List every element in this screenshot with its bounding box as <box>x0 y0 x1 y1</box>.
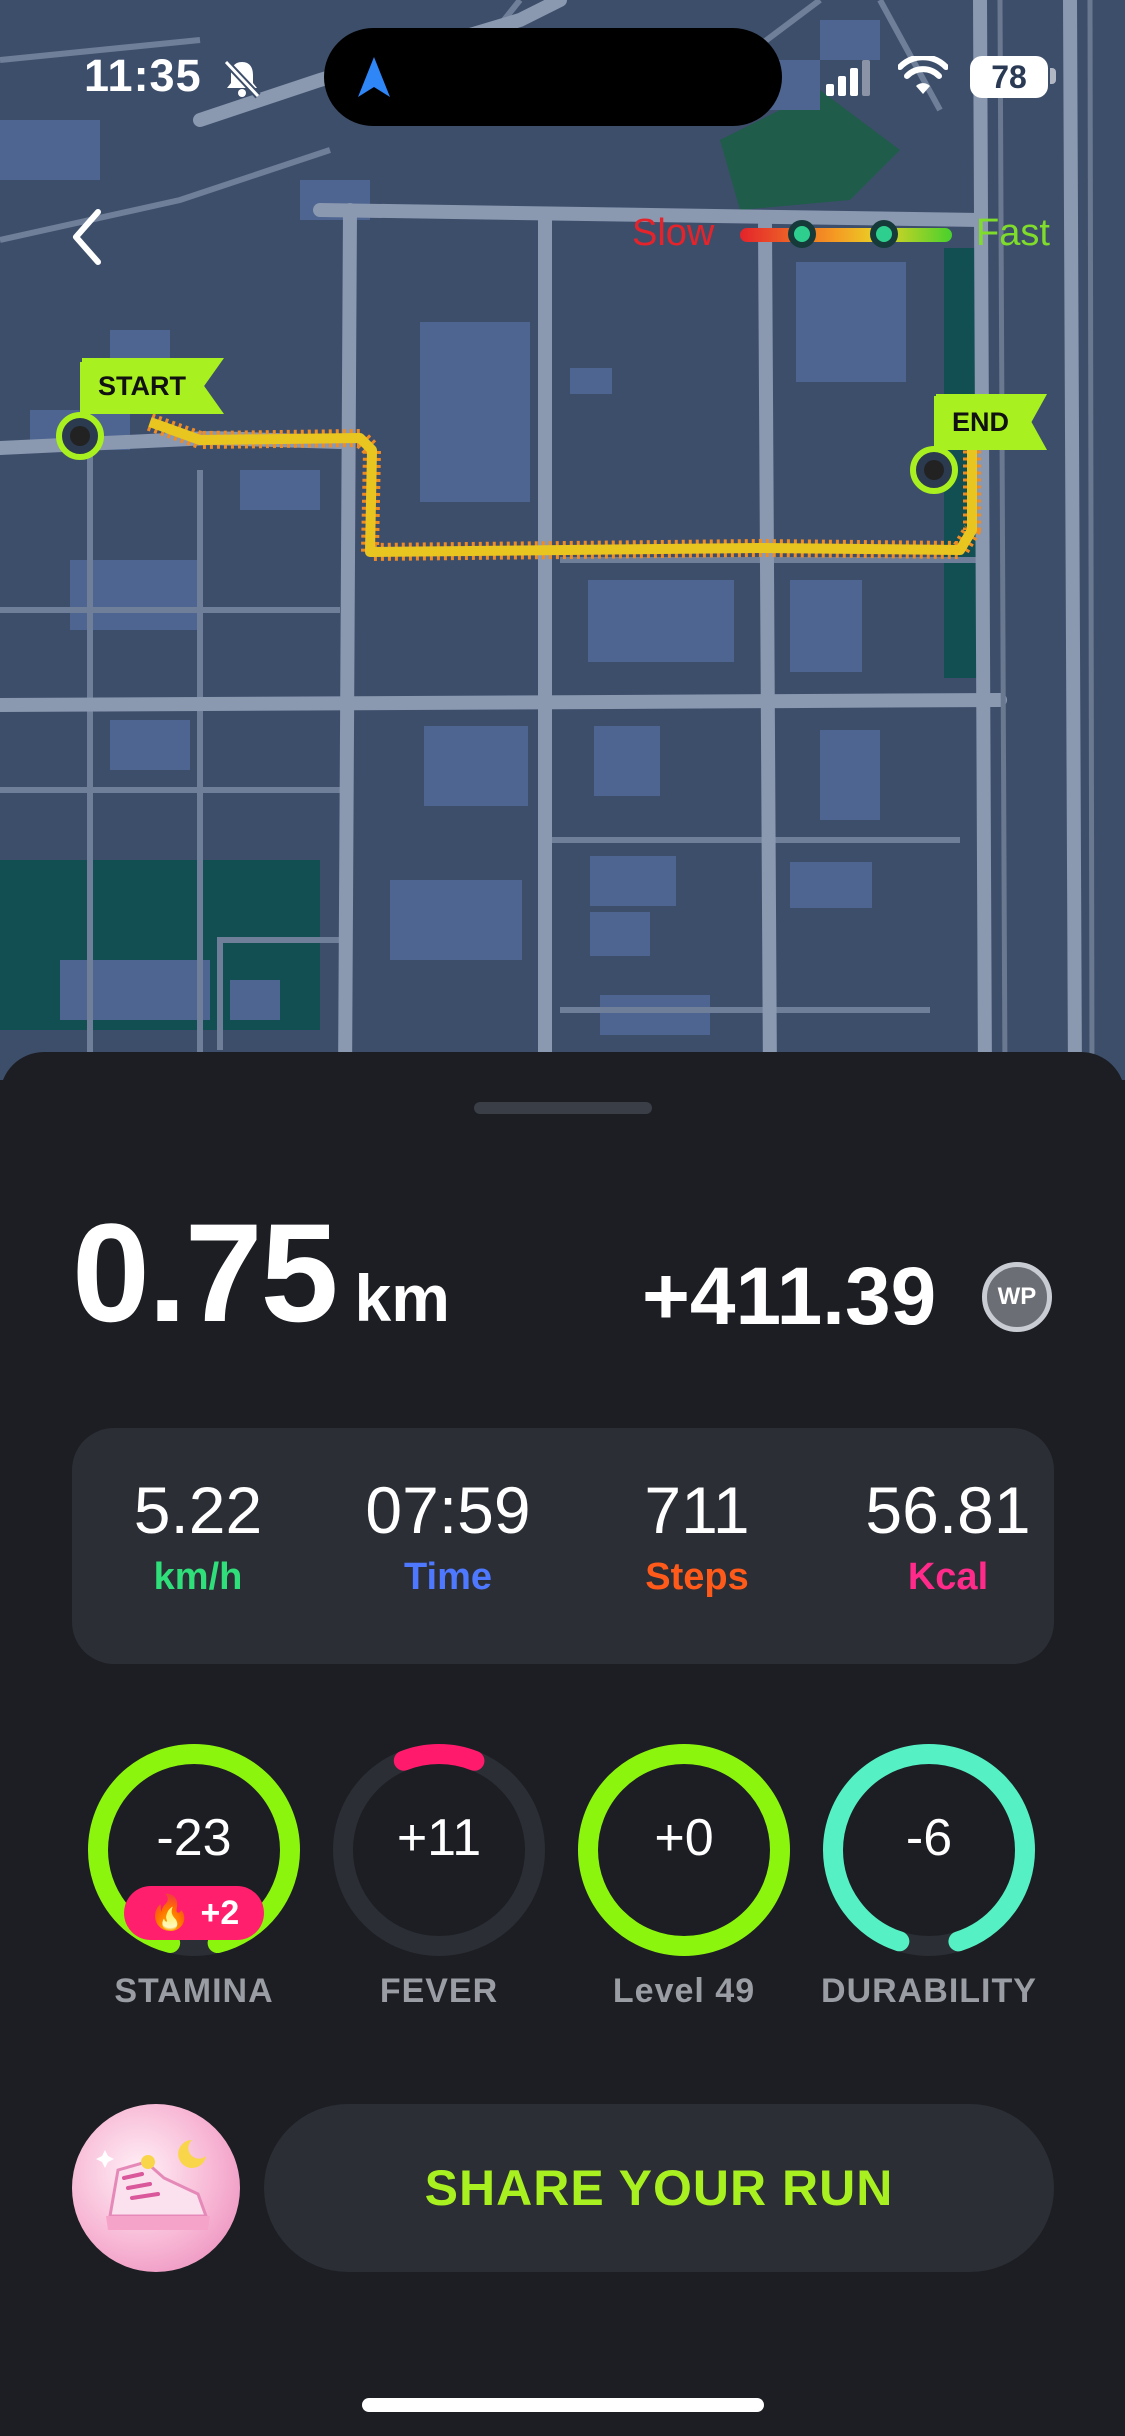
battery-tip <box>1050 68 1056 84</box>
home-indicator <box>362 2398 764 2412</box>
start-marker <box>56 412 104 460</box>
stamina-bonus-badge: 🔥 +2 <box>124 1886 264 1940</box>
status-time: 11:35 <box>84 50 202 101</box>
stat-label: Steps <box>645 1556 749 1598</box>
start-label: START <box>98 371 186 401</box>
stat-label: km/h <box>153 1556 243 1598</box>
stat-value: 56.81 <box>865 1473 1031 1547</box>
wp-token-icon: WP <box>982 1262 1052 1332</box>
signal-icon <box>826 60 870 96</box>
gauge-level: +0 Level 49 <box>574 1740 794 2040</box>
sneaker-icon <box>96 2140 210 2230</box>
stat-kcal: 56.81 Kcal <box>828 1472 1068 1599</box>
battery-icon: 78 <box>970 56 1048 98</box>
stat-value: 07:59 <box>365 1473 531 1547</box>
stat-label: Time <box>403 1556 492 1598</box>
location-arrow-icon <box>358 57 390 97</box>
bell-slash-icon <box>223 59 261 99</box>
run-summary-sheet: 0.75 km +411.39 WP 5.22 km/h 07:59 Time 7… <box>0 1052 1125 2436</box>
legend-fast: Fast <box>976 212 1050 254</box>
stat-speed: 5.22 km/h <box>78 1472 318 1599</box>
end-marker <box>910 446 958 494</box>
start-flag: START <box>82 358 224 414</box>
gauge-label: DURABILITY <box>821 1972 1037 2010</box>
share-run-button[interactable]: SHARE YOUR RUN <box>264 2104 1054 2272</box>
stat-value: 5.22 <box>133 1473 263 1547</box>
stat-label: Kcal <box>907 1556 989 1598</box>
distance: 0.75 km <box>72 1192 450 1354</box>
sneaker-avatar[interactable] <box>72 2104 240 2272</box>
route-map[interactable]: START END <box>0 0 1125 1080</box>
speed-legend-bar <box>740 220 952 248</box>
gauge-value: +11 <box>396 1809 482 1867</box>
stat-time: 07:59 Time <box>328 1472 568 1599</box>
gauge-label: STAMINA <box>114 1972 274 2010</box>
back-button[interactable] <box>60 200 120 274</box>
distance-unit: km <box>354 1261 450 1335</box>
gauge-value: -23 <box>156 1809 232 1867</box>
end-label: END <box>952 407 1010 437</box>
gauge-fever: +11 FEVER <box>329 1740 549 2040</box>
wifi-icon <box>898 56 948 94</box>
stat-value: 711 <box>644 1473 750 1547</box>
legend-dot <box>788 220 816 248</box>
gauge-value: +0 <box>654 1809 714 1867</box>
legend-dot <box>870 220 898 248</box>
reward-amount: +411.39 <box>642 1251 937 1342</box>
stats-card: 5.22 km/h 07:59 Time 711 Steps 56.81 Kca… <box>72 1428 1054 1664</box>
distance-value: 0.75 <box>72 1194 338 1351</box>
gauge-label: Level 49 <box>612 1972 756 2010</box>
gauge-value: -6 <box>905 1809 953 1867</box>
legend-slow: Slow <box>632 212 715 254</box>
status-bar: 11:35 78 <box>0 0 1125 150</box>
chevron-left-icon <box>73 209 101 265</box>
gauge-durability: -6 DURABILITY <box>819 1740 1039 2040</box>
map-background <box>0 0 1095 1080</box>
gauge-label: FEVER <box>379 1972 499 2010</box>
gauge-stamina: -23 🔥 +2 STAMINA <box>84 1740 304 2040</box>
stat-steps: 711 Steps <box>577 1472 817 1599</box>
sheet-grabber[interactable] <box>474 1102 652 1114</box>
end-flag: END <box>936 394 1048 450</box>
